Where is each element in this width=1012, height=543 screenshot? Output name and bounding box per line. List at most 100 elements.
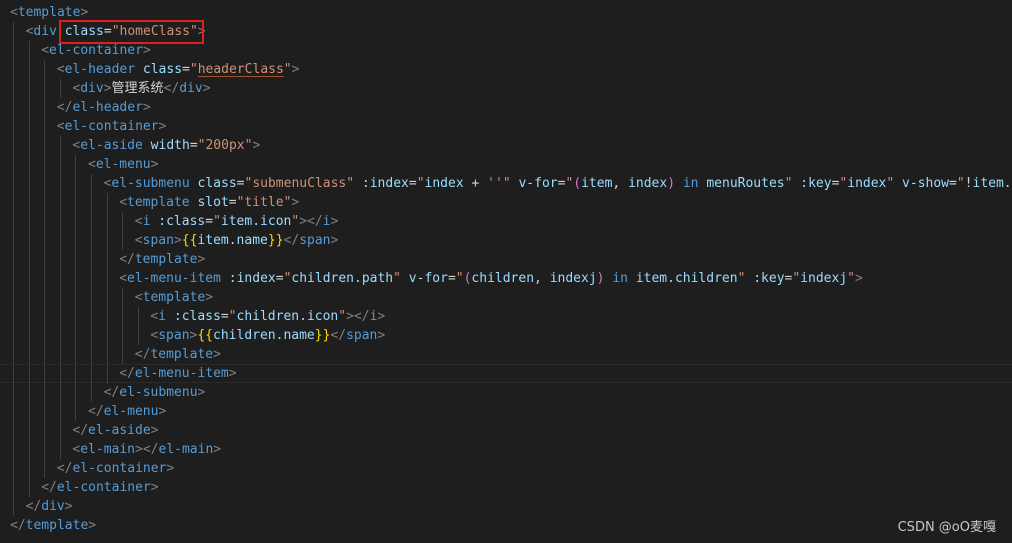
indent-guide [106, 250, 108, 269]
code-token: class [142, 62, 183, 77]
code-line[interactable]: </template> [0, 516, 1012, 535]
code-token: = [103, 24, 112, 39]
code-line[interactable]: <template> [0, 3, 1012, 22]
code-token: v-for [408, 271, 448, 286]
code-line[interactable]: <el-container> [0, 41, 1012, 60]
indent-guide [44, 326, 46, 345]
code-token: el-header [72, 100, 143, 115]
code-line[interactable]: <i :class="children.icon"></i> [0, 307, 1012, 326]
indent-guide [44, 269, 46, 288]
code-token: div [179, 81, 203, 96]
indent-guide [59, 402, 61, 421]
code-token: v-for [518, 176, 558, 191]
code-line[interactable]: <template> [0, 288, 1012, 307]
code-token: > [252, 138, 261, 153]
code-line[interactable]: </el-menu> [0, 402, 1012, 421]
indent-guide [122, 326, 124, 345]
code-token: = [447, 271, 456, 286]
code-line[interactable]: <el-container> [0, 117, 1012, 136]
code-text: </el-container> [57, 459, 174, 478]
code-token: , [612, 176, 629, 191]
code-line[interactable]: </div> [0, 497, 1012, 516]
code-line[interactable]: </el-aside> [0, 421, 1012, 440]
code-line[interactable]: </el-container> [0, 459, 1012, 478]
indent-guide [13, 440, 14, 459]
code-text: <el-aside width="200px"> [72, 136, 260, 155]
indent-guide [91, 193, 92, 212]
code-token: </ [163, 81, 180, 96]
code-line[interactable]: </el-container> [0, 478, 1012, 497]
code-text: </template> [119, 250, 205, 269]
code-token: index [847, 176, 887, 191]
code-token: el-main [80, 442, 136, 457]
code-token: + [463, 176, 488, 191]
indent-guide [75, 174, 77, 193]
code-line[interactable]: <el-header class="headerClass"> [0, 60, 1012, 79]
code-token: > [64, 499, 73, 514]
code-text: </el-container> [41, 478, 158, 497]
code-line[interactable]: </el-submenu> [0, 383, 1012, 402]
code-line[interactable]: <el-aside width="200px"> [0, 136, 1012, 155]
code-line[interactable]: </template> [0, 250, 1012, 269]
code-token: children [471, 271, 535, 286]
indent-guide [75, 231, 77, 250]
code-line[interactable]: <el-menu-item :index="children.path" v-f… [0, 269, 1012, 288]
code-line[interactable]: <div class="homeClass"> [0, 22, 1012, 41]
code-token: i [158, 309, 167, 324]
code-line[interactable]: <el-main></el-main> [0, 440, 1012, 459]
indent-guide [59, 155, 61, 174]
indent-guide [59, 326, 61, 345]
indent-guide [59, 212, 61, 231]
indent-guide [44, 307, 46, 326]
code-token: > [213, 442, 222, 457]
code-token: "200px" [197, 138, 253, 153]
code-line[interactable]: </el-menu-item> [0, 364, 1012, 384]
code-text: </div> [26, 497, 73, 516]
code-line[interactable]: <span>{{item.name}}</span> [0, 231, 1012, 250]
code-line[interactable]: <el-submenu class="submenuClass" :index=… [0, 174, 1012, 193]
indent-guide [13, 41, 14, 60]
indent-guide [13, 79, 14, 98]
code-token: > [197, 24, 206, 39]
code-line[interactable]: <el-menu> [0, 155, 1012, 174]
code-token: div [33, 24, 57, 39]
code-line[interactable]: <template slot="title"> [0, 193, 1012, 212]
code-token: :class [173, 309, 221, 324]
code-token: </ [307, 214, 323, 229]
code-token: </ [103, 385, 120, 400]
code-token: ) [667, 176, 676, 191]
code-token: </ [142, 442, 159, 457]
indent-guide [28, 421, 30, 440]
indent-guide [59, 307, 61, 326]
code-token: = [220, 309, 229, 324]
code-line[interactable]: <span>{{children.name}}</span> [0, 326, 1012, 345]
code-text: <span>{{item.name}}</span> [135, 231, 339, 250]
code-line[interactable]: </template> [0, 345, 1012, 364]
code-token: :key [753, 271, 785, 286]
code-token: el-submenu [119, 385, 198, 400]
indent-guide [28, 60, 30, 79]
indent-guide [28, 288, 30, 307]
code-text: </el-header> [57, 98, 151, 117]
code-line[interactable]: <div>管理系统</div> [0, 79, 1012, 98]
indent-guide [106, 345, 108, 364]
code-token: " [416, 176, 425, 191]
code-token: v-show [902, 176, 950, 191]
indent-guide [59, 136, 61, 155]
watermark: CSDN @oO麦嘎 [897, 520, 996, 535]
code-editor[interactable]: <template> <div class="homeClass"> <el-con… [0, 0, 1012, 543]
code-token: template [150, 347, 214, 362]
code-token: " [213, 214, 221, 229]
code-token: class [197, 176, 237, 191]
indent-guide [75, 155, 77, 174]
code-token: {{ [197, 328, 214, 343]
indent-guide [13, 117, 14, 136]
indent-guide [59, 345, 61, 364]
code-line[interactable]: <i :class="item.icon"></i> [0, 212, 1012, 231]
code-line[interactable]: </el-header> [0, 98, 1012, 117]
code-text: <div>管理系统</div> [72, 79, 210, 98]
